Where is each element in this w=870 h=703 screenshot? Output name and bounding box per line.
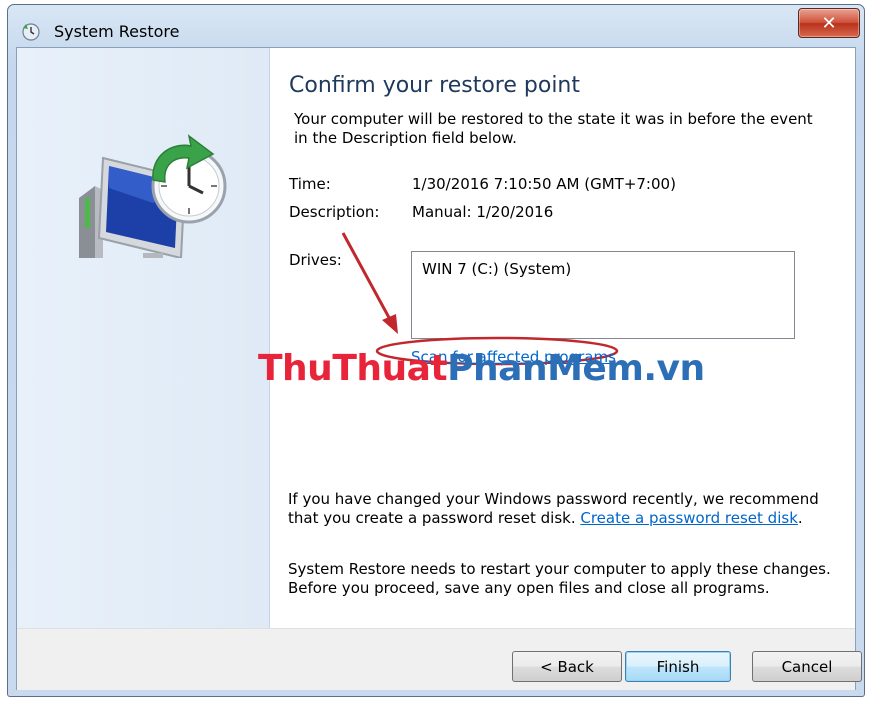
drives-list[interactable]: WIN 7 (C:) (System) — [411, 251, 795, 339]
restart-notice: System Restore needs to restart your com… — [288, 560, 831, 597]
computer-clock-restore-icon — [79, 134, 227, 258]
watermark-part-1: ThuThuat — [258, 348, 448, 389]
content-pane: Confirm your restore point Your computer… — [269, 48, 857, 628]
title-bar[interactable]: System Restore ✕ — [8, 5, 864, 49]
description-value: Manual: 1/20/2016 — [412, 203, 554, 221]
system-restore-icon — [22, 23, 40, 41]
window-title: System Restore — [54, 22, 180, 41]
finish-button[interactable]: Finish — [625, 651, 731, 682]
description-label: Description: — [289, 203, 380, 221]
left-graphic-pane — [17, 48, 270, 628]
close-button[interactable]: ✕ — [798, 8, 860, 38]
watermark: ThuThuatPhanMem.vn — [258, 348, 705, 389]
password-reset-text: If you have changed your Windows passwor… — [288, 490, 848, 528]
drive-item[interactable]: WIN 7 (C:) (System) — [422, 260, 571, 278]
page-title: Confirm your restore point — [289, 73, 581, 98]
close-icon: ✕ — [821, 12, 837, 34]
watermark-part-2: PhanMem.vn — [447, 348, 705, 389]
time-value: 1/30/2016 7:10:50 AM (GMT+7:00) — [412, 175, 676, 193]
intro-text: Your computer will be restored to the st… — [294, 110, 813, 147]
drives-label: Drives: — [289, 251, 342, 269]
back-button[interactable]: < Back — [512, 651, 622, 682]
time-label: Time: — [289, 175, 331, 193]
create-password-reset-disk-link[interactable]: Create a password reset disk — [580, 509, 798, 527]
cancel-button[interactable]: Cancel — [752, 651, 862, 682]
button-bar: < Back Finish Cancel — [17, 628, 862, 690]
password-text-post: . — [797, 509, 803, 527]
